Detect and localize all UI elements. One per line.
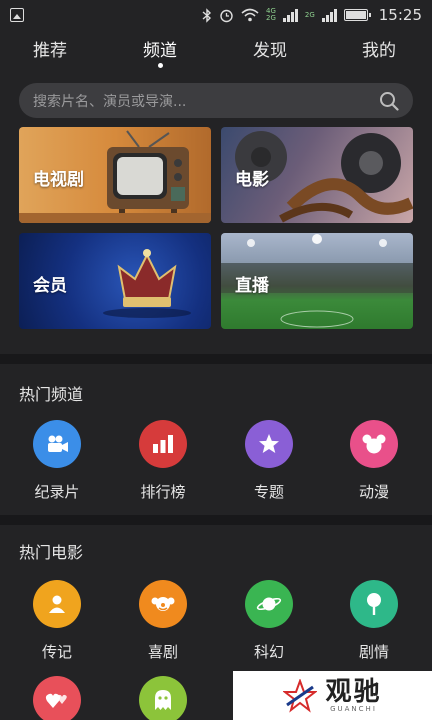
- wifi-icon: [241, 8, 259, 22]
- hearts-icon: [33, 676, 81, 720]
- camera-icon: [33, 420, 81, 468]
- planet-icon: [245, 580, 293, 628]
- movie-genre-romance[interactable]: [17, 676, 97, 720]
- banner-tv-series[interactable]: 电视剧: [19, 127, 211, 223]
- alarm-icon: [220, 9, 233, 22]
- person-icon: [33, 580, 81, 628]
- ghost-icon: [139, 676, 187, 720]
- movie-genre-drama[interactable]: 剧情: [334, 580, 414, 662]
- genre-label: 剧情: [358, 643, 389, 661]
- channel-topics[interactable]: 专题: [229, 420, 309, 502]
- banner-vip-label: 会员: [33, 276, 67, 296]
- genre-label: 传记: [41, 643, 72, 661]
- banner-vip[interactable]: 会员: [19, 233, 211, 329]
- star-icon: [245, 420, 293, 468]
- channel-label: 动漫: [358, 483, 389, 501]
- status-bar: 4G 2G 2G 15:25: [0, 0, 432, 30]
- banner-movie[interactable]: 电影: [221, 127, 413, 223]
- search-bar[interactable]: 搜索片名、演员或导演...: [19, 83, 413, 118]
- movie-genre-scifi[interactable]: 科幻: [229, 580, 309, 662]
- channel-anime[interactable]: 动漫: [334, 420, 414, 502]
- signal-icon: [282, 8, 298, 22]
- hot-channels-title: 热门频道: [19, 385, 84, 404]
- ice-cream-icon: [350, 580, 398, 628]
- battery-icon: [343, 9, 371, 21]
- mouse-head-icon: [350, 420, 398, 468]
- banner-movie-label: 电影: [235, 170, 269, 190]
- active-tab-indicator: [158, 63, 163, 68]
- banner-live-label: 直播: [235, 276, 269, 296]
- clock: 15:25: [378, 6, 422, 24]
- channel-label: 专题: [253, 483, 284, 501]
- bar-chart-icon: [139, 420, 187, 468]
- channel-rankings[interactable]: 排行榜: [123, 420, 203, 502]
- tab-channels[interactable]: 频道: [143, 36, 177, 61]
- channel-label: 排行榜: [140, 483, 186, 501]
- movie-genre-biography[interactable]: 传记: [17, 580, 97, 662]
- star-logo-icon: [283, 678, 318, 713]
- bluetooth-icon: [202, 7, 212, 23]
- top-tabs: 推荐 频道 发现 我的: [0, 36, 432, 66]
- banner-tv-series-label: 电视剧: [33, 170, 84, 190]
- search-input[interactable]: 搜索片名、演员或导演...: [33, 91, 379, 111]
- channel-documentary[interactable]: 纪录片: [17, 420, 97, 502]
- signal-icon-2: [321, 8, 337, 22]
- movie-genre-horror[interactable]: [123, 676, 203, 720]
- genre-label: 科幻: [253, 643, 284, 661]
- channel-label: 纪录片: [34, 483, 80, 501]
- network-type-2: 2G: [304, 10, 315, 19]
- watermark-title: 观驰: [325, 676, 382, 707]
- clown-icon: [139, 580, 187, 628]
- network-type: 4G 2G: [265, 7, 276, 22]
- banner-live[interactable]: 直播: [221, 233, 413, 329]
- gallery-notification-icon: [10, 8, 24, 22]
- tab-recommend[interactable]: 推荐: [33, 36, 67, 61]
- watermark-subtitle: GUANCHI: [330, 704, 377, 713]
- hot-movies-title: 热门电影: [19, 543, 84, 562]
- search-icon[interactable]: [379, 91, 399, 111]
- movie-genre-comedy[interactable]: 喜剧: [123, 580, 203, 662]
- section-divider: [0, 515, 432, 525]
- watermark: 观驰 GUANCHI: [233, 671, 432, 720]
- tab-discover[interactable]: 发现: [253, 36, 287, 61]
- section-divider: [0, 354, 432, 364]
- tab-mine[interactable]: 我的: [362, 36, 396, 61]
- genre-label: 喜剧: [147, 643, 178, 661]
